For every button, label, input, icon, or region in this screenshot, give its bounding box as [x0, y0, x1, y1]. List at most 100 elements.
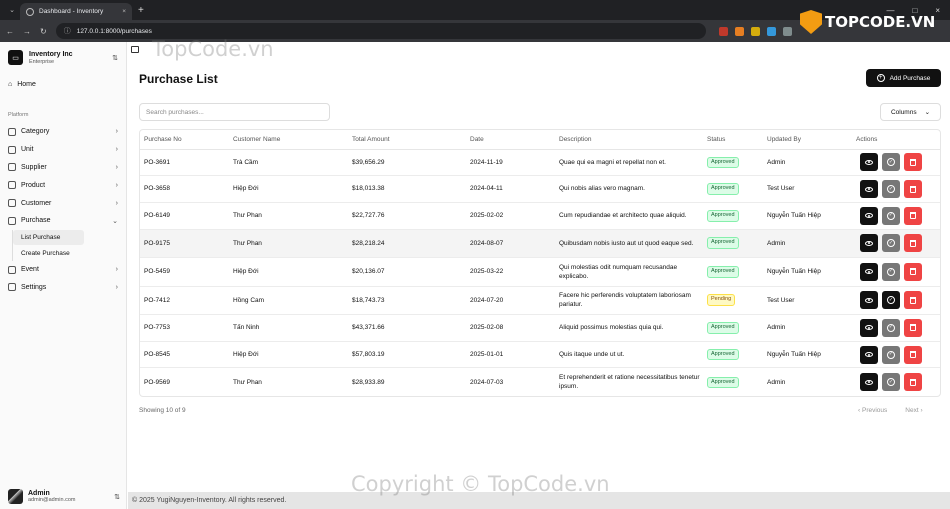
user-menu[interactable]: Admin admin@admin.com ⇅ [8, 489, 120, 504]
column-header[interactable]: Customer Name [229, 130, 348, 150]
back-icon[interactable]: ← [6, 27, 14, 36]
approve-button[interactable]: ✓ [882, 373, 900, 392]
table-row[interactable]: PO-6149 Thư Phan $22,727.76 2025-02-02 Cum r… [140, 202, 940, 230]
next-button[interactable]: Next › [905, 407, 922, 414]
previous-button[interactable]: ‹ Previous [858, 407, 887, 414]
status-badge: Approved [707, 156, 739, 169]
check-circle-icon: ✓ [887, 350, 895, 359]
delete-button[interactable] [904, 180, 922, 199]
sidebar-item-settings[interactable]: Settings › [0, 279, 126, 297]
approve-button[interactable]: ✓ [882, 318, 900, 337]
row-actions: ✓ [856, 153, 940, 172]
view-button[interactable] [860, 318, 878, 337]
delete-button[interactable] [904, 373, 922, 392]
delete-button[interactable] [904, 153, 922, 172]
sidebar-item-unit[interactable]: Unit › [0, 141, 126, 159]
total-amount-cell: $57,803.19 [348, 341, 466, 369]
date-cell: 2024-11-19 [466, 149, 555, 177]
forward-icon[interactable]: → [23, 27, 31, 36]
extension-icon[interactable] [750, 26, 760, 36]
table-row[interactable]: PO-9569 Thư Phan $28,933.89 2024-07-03 Et re… [140, 368, 940, 396]
approve-button[interactable]: ✓ [882, 206, 900, 225]
table-row[interactable]: PO-9175 Thư Phan $28,218.24 2024-08-07 Quibu… [140, 229, 940, 259]
status-badge: Approved [707, 209, 739, 222]
tab-search-icon[interactable]: ⌄ [4, 3, 20, 17]
description-cell: Qui molestias odit numquam recusandae ex… [555, 257, 703, 287]
view-button[interactable] [860, 153, 878, 172]
sidebar-toggle-icon[interactable] [131, 46, 139, 53]
check-circle-icon: ✓ [887, 211, 895, 220]
view-button[interactable] [860, 206, 878, 225]
close-window-button[interactable]: × [935, 6, 940, 15]
add-purchase-button[interactable]: + Add Purchase [866, 69, 941, 87]
view-button[interactable] [860, 291, 878, 310]
view-button[interactable] [860, 180, 878, 199]
browser-tab[interactable]: Dashboard - Inventory × [20, 3, 132, 20]
search-input[interactable] [139, 103, 330, 121]
url-field[interactable]: ⓘ 127.0.0.1:8000/purchases [55, 23, 706, 39]
description-cell: Quibusdam nobis iusto aut ut quod eaque … [555, 229, 703, 259]
tab-close-icon[interactable]: × [122, 8, 126, 15]
extension-icon[interactable] [782, 26, 792, 36]
url-text: 127.0.0.1:8000/purchases [76, 27, 152, 35]
view-button[interactable] [860, 234, 878, 253]
purchase-no-cell: PO-7753 [140, 314, 229, 342]
extension-icon[interactable] [766, 26, 776, 36]
column-header[interactable]: Total Amount [348, 130, 466, 150]
delete-button[interactable] [904, 206, 922, 225]
sidebar-item-list-purchase[interactable]: List Purchase [13, 229, 84, 246]
table-row[interactable]: PO-3691 Trà Cầm $39,656.29 2024-11-19 Quae q… [140, 149, 940, 177]
delete-button[interactable] [904, 262, 922, 281]
sidebar-item-customer[interactable]: Customer › [0, 194, 126, 212]
approve-button[interactable]: ✓ [882, 291, 900, 310]
column-header[interactable]: Description [555, 130, 703, 150]
column-header[interactable]: Updated By [763, 130, 852, 150]
approve-button[interactable]: ✓ [882, 262, 900, 281]
sidebar-item-home[interactable]: ⌂ Home [0, 75, 126, 94]
delete-button[interactable] [904, 291, 922, 310]
approve-button[interactable]: ✓ [882, 345, 900, 364]
sidebar-item-supplier[interactable]: Supplier › [0, 159, 126, 177]
extension-icon[interactable] [734, 26, 744, 36]
actions-cell: ✓ [852, 149, 940, 177]
total-amount-cell: $18,743.73 [348, 286, 466, 316]
description-cell: Cum repudiandae et architecto quae aliqu… [555, 202, 703, 230]
columns-button[interactable]: Columns ⌄ [880, 103, 941, 121]
view-button[interactable] [860, 345, 878, 364]
column-header[interactable]: Purchase No [140, 130, 229, 150]
approve-button[interactable]: ✓ [882, 234, 900, 253]
new-tab-button[interactable]: + [138, 5, 144, 16]
table-row[interactable]: PO-3658 Hiệp Đới $18,013.38 2024-04-11 Qui n… [140, 175, 940, 203]
table-header-row: Purchase No Customer Name Total Amount D… [140, 130, 940, 150]
approve-button[interactable]: ✓ [882, 153, 900, 172]
sidebar-item-create-purchase[interactable]: Create Purchase [13, 245, 126, 261]
delete-button[interactable] [904, 345, 922, 364]
page-title: Purchase List [139, 72, 218, 86]
org-switcher[interactable]: ▭ Inventory Inc Enterprise ⇅ [0, 42, 126, 73]
sidebar-item-product[interactable]: Product › [0, 176, 126, 194]
table-row[interactable]: PO-5459 Hiệp Đới $20,136.07 2025-03-22 Qui m… [140, 257, 940, 287]
view-button[interactable] [860, 373, 878, 392]
table-row[interactable]: PO-7412 Hồng Cam $18,743.73 2024-07-20 Facer… [140, 286, 940, 316]
delete-button[interactable] [904, 318, 922, 337]
table-row[interactable]: PO-7753 Tấn Ninh $43,371.66 2025-02-08 Aliqu… [140, 314, 940, 342]
table-row[interactable]: PO-8545 Hiệp Đới $57,803.19 2025-01-01 Quis … [140, 341, 940, 369]
site-info-icon[interactable]: ⓘ [64, 26, 71, 36]
row-actions: ✓ [856, 291, 940, 310]
trash-icon [910, 185, 916, 193]
sidebar-item-event[interactable]: Event › [0, 261, 126, 279]
view-button[interactable] [860, 262, 878, 281]
column-header[interactable]: Status [703, 130, 763, 150]
description-cell: Et reprehenderit et ratione necessitatib… [559, 374, 700, 391]
sidebar-item-category[interactable]: Category › [0, 123, 126, 141]
extension-icon[interactable] [718, 26, 728, 36]
sidebar-item-purchase[interactable]: Purchase ⌄ [0, 212, 126, 230]
column-header[interactable]: Date [466, 130, 555, 150]
eye-icon [865, 379, 873, 385]
actions-cell: ✓ [852, 229, 940, 259]
approve-button[interactable]: ✓ [882, 180, 900, 199]
purchase-no-cell: PO-3658 [140, 175, 229, 203]
delete-button[interactable] [904, 234, 922, 253]
check-circle-icon: ✓ [887, 158, 895, 167]
reload-icon[interactable]: ↻ [40, 27, 47, 36]
